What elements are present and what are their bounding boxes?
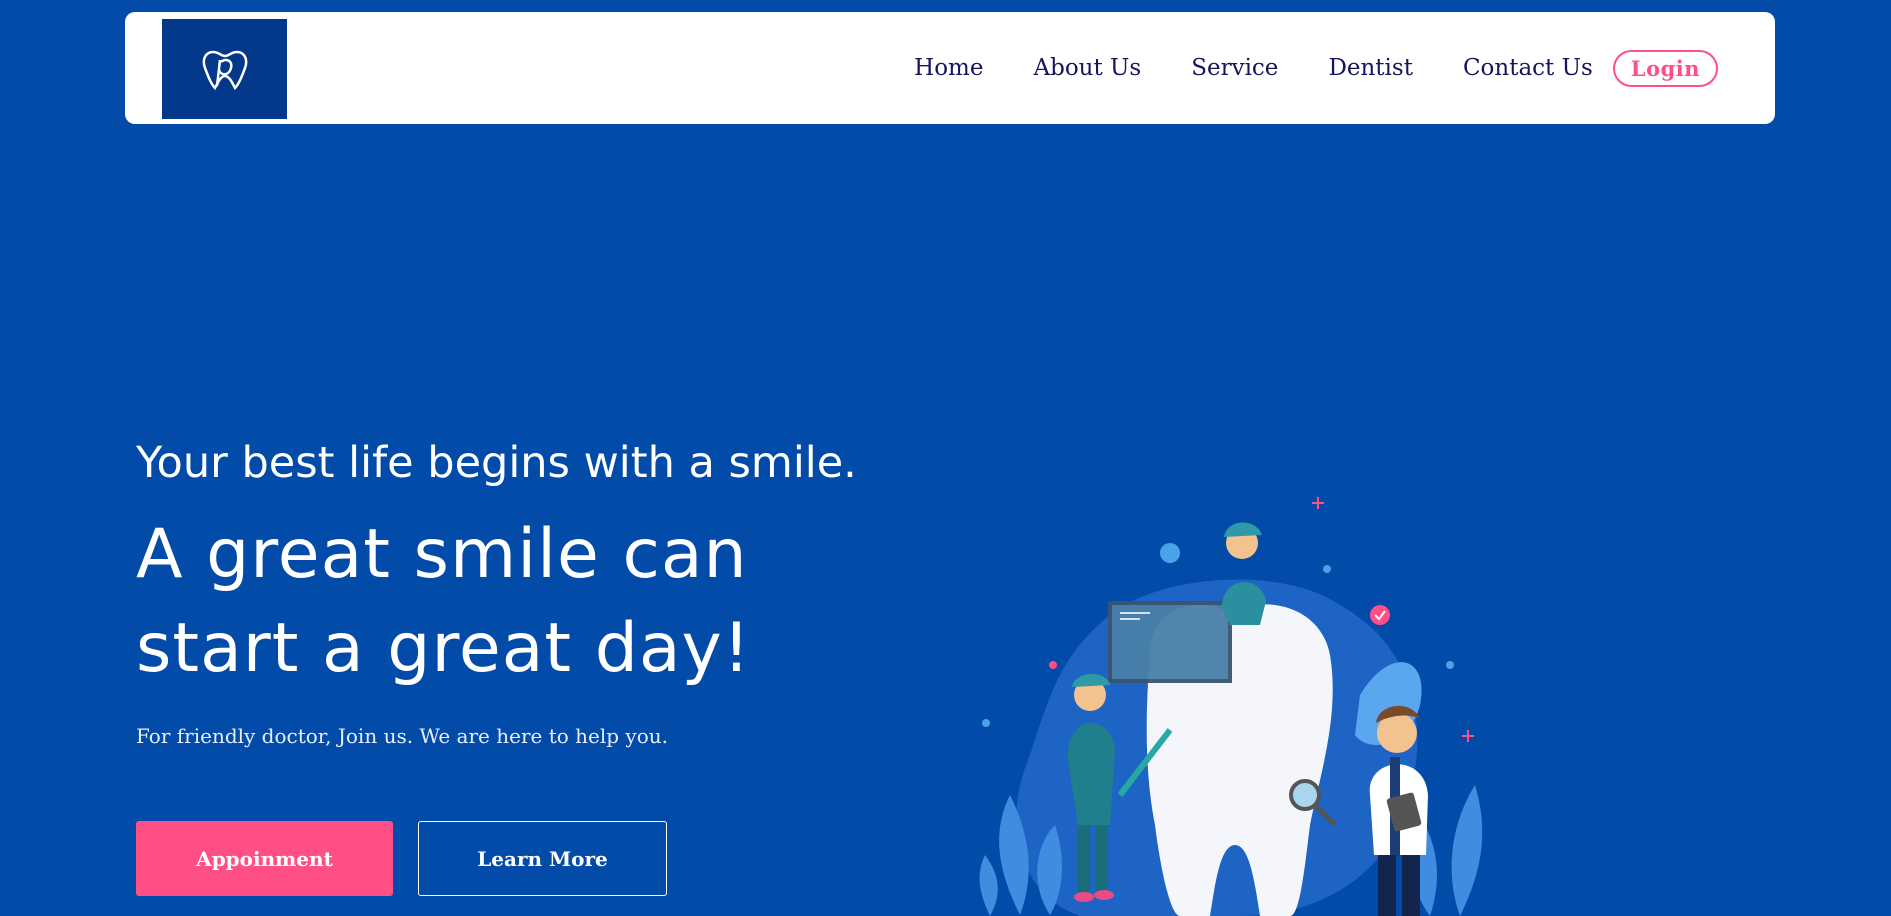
hero-description: For friendly doctor, Join us. We are her… [136, 724, 668, 748]
main-nav: Home About Us Service Dentist Contact Us… [914, 12, 1718, 124]
hero-title-line-1: A great smile can [136, 515, 748, 594]
check-badge [1370, 605, 1390, 625]
nav-contact-us[interactable]: Contact Us [1463, 55, 1593, 81]
nav-home[interactable]: Home [914, 55, 983, 81]
tooth-logo-icon [202, 50, 247, 91]
hero-title: A great smile can start a great day! [136, 508, 896, 696]
nav-about-us[interactable]: About Us [1033, 55, 1141, 81]
appointment-button[interactable]: Appoinment [136, 821, 393, 896]
hero-title-line-2: start a great day! [136, 609, 752, 688]
navbar: Home About Us Service Dentist Contact Us… [125, 12, 1775, 124]
hero-subtitle: Your best life begins with a smile. [136, 438, 857, 488]
logo[interactable] [162, 19, 287, 119]
nav-service[interactable]: Service [1191, 55, 1278, 81]
dentists-illustration [979, 497, 1483, 916]
learn-more-button[interactable]: Learn More [418, 821, 667, 896]
dentist-top-figure [1222, 522, 1266, 625]
xray-panel [1108, 601, 1232, 683]
login-button[interactable]: Login [1612, 49, 1718, 87]
nav-dentist[interactable]: Dentist [1328, 55, 1413, 81]
